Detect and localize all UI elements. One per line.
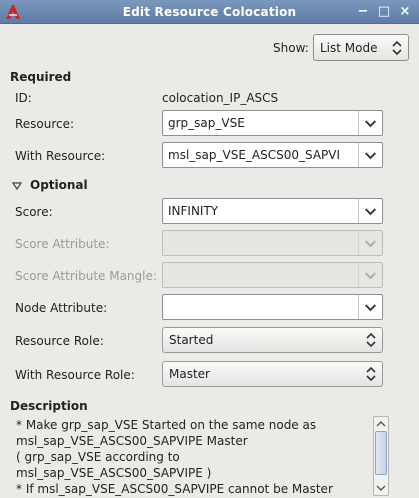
id-value: colocation_IP_ASCS [162, 91, 279, 105]
with-resource-combo[interactable]: msl_sap_VSE_ASCS00_SAPVI [162, 142, 383, 168]
window-titlebar[interactable]: Edit Resource Colocation − □ × [0, 0, 419, 24]
node-attribute-combo[interactable] [162, 294, 383, 320]
chevron-down-icon [358, 231, 376, 255]
updown-arrows-icon [366, 332, 376, 348]
resource-role-label: Resource Role: [15, 334, 104, 348]
required-heading: Required [10, 70, 72, 84]
chevron-down-icon[interactable] [358, 111, 382, 135]
maximize-button[interactable]: □ [375, 3, 393, 21]
close-button[interactable]: × [396, 3, 414, 21]
scrollbar-thumb[interactable] [375, 431, 387, 475]
resource-label: Resource: [15, 117, 75, 131]
with-resource-label: With Resource: [15, 149, 106, 163]
with-resource-role-label: With Resource Role: [15, 368, 135, 382]
chevron-down-icon[interactable] [358, 143, 382, 167]
resource-value: grp_sap_VSE [168, 116, 245, 130]
with-resource-role-select[interactable]: Master [162, 361, 383, 387]
updown-arrows-icon [366, 366, 376, 382]
description-line: msl_sap_VSE_ASCS00_SAPVIPE Master [16, 434, 248, 448]
resource-role-value: Started [169, 333, 214, 347]
chevron-down-icon[interactable] [358, 199, 382, 223]
score-attribute-combo [162, 230, 383, 256]
description-text: * Make grp_sap_VSE Started on the same n… [16, 417, 368, 497]
show-mode-value: List Mode [320, 41, 378, 55]
chevron-down-icon [358, 263, 376, 287]
resource-role-select[interactable]: Started [162, 327, 383, 353]
description-line: * Make grp_sap_VSE Started on the same n… [16, 418, 317, 432]
score-combo[interactable]: INFINITY [162, 198, 383, 224]
resource-combo[interactable]: grp_sap_VSE [162, 110, 383, 136]
description-line: msl_sap_VSE_ASCS00_SAPVIPE ) [16, 466, 212, 480]
updown-arrows-icon [392, 40, 402, 56]
show-mode-select[interactable]: List Mode [313, 34, 409, 61]
with-resource-value: msl_sap_VSE_ASCS00_SAPVI [168, 148, 341, 162]
description-heading: Description [10, 399, 88, 413]
minimize-button[interactable]: − [354, 3, 372, 21]
score-label: Score: [15, 205, 53, 219]
description-line: * If msl_sap_VSE_ASCS00_SAPVIPE cannot b… [16, 482, 333, 496]
description-line: ( grp_sap_VSE according to [16, 450, 180, 464]
show-label: Show: [273, 41, 309, 55]
chevron-down-icon[interactable] [358, 295, 382, 319]
description-scrollbar[interactable] [373, 416, 389, 496]
scroll-up-icon[interactable] [376, 419, 386, 429]
score-attribute-mangle-combo [162, 262, 383, 288]
score-value: INFINITY [168, 204, 219, 218]
with-resource-role-value: Master [169, 367, 210, 381]
scroll-down-icon[interactable] [376, 483, 386, 493]
score-attribute-mangle-label: Score Attribute Mangle: [15, 269, 157, 283]
score-attribute-label: Score Attribute: [15, 237, 110, 251]
id-label: ID: [15, 91, 32, 105]
optional-heading[interactable]: Optional [30, 178, 88, 192]
node-attribute-label: Node Attribute: [15, 301, 108, 315]
expander-triangle-icon[interactable] [12, 181, 22, 191]
